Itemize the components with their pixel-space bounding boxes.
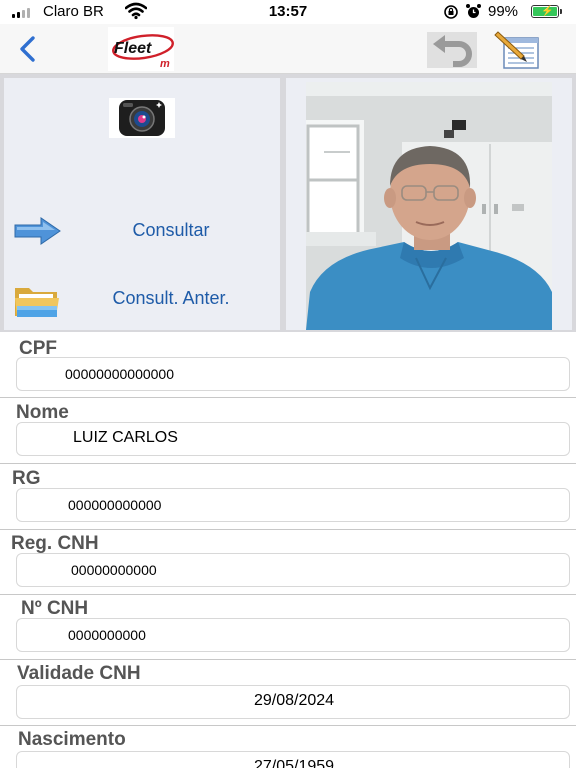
screen: Claro BR 13:57 99% ⚡ Fleet m Consultar C… (0, 0, 576, 768)
validade-cnh-field[interactable]: 29/08/2024 (16, 685, 570, 719)
top-panel: Consultar Consult. Anter. (0, 74, 576, 332)
nascimento-label: Nascimento (18, 729, 126, 750)
svg-text:Fleet: Fleet (114, 40, 152, 57)
undo-button[interactable] (427, 32, 477, 68)
battery-icon: ⚡ (531, 5, 562, 18)
validade-cnh-value: 29/08/2024 (253, 692, 335, 709)
consultar-label: Consultar (132, 220, 210, 240)
notepad-pencil-icon (494, 31, 539, 69)
svg-text:m: m (160, 58, 170, 70)
rg-field[interactable]: 000000000000 (16, 488, 570, 522)
cpf-value: 00000000000000 (65, 366, 175, 382)
consult-anter-button[interactable]: Consult. Anter. (4, 280, 280, 317)
divider (0, 659, 576, 660)
divider (0, 725, 576, 726)
nascimento-field[interactable]: 27/05/1959 (16, 751, 570, 768)
divider (0, 397, 576, 398)
reg-cnh-label: Reg. CNH (11, 533, 99, 554)
alarm-icon (466, 4, 481, 18)
photo-panel (286, 78, 572, 330)
nome-value: LUIZ CARLOS (73, 429, 178, 446)
edit-notes-button[interactable] (494, 30, 544, 70)
arrow-right-icon (14, 217, 61, 245)
camera-icon (119, 100, 165, 136)
validade-cnh-label: Validade CNH (17, 663, 141, 684)
nome-label: Nome (16, 402, 69, 423)
cpf-field[interactable]: 00000000000000 (16, 357, 570, 391)
n-cnh-field[interactable]: 0000000000 (16, 618, 570, 652)
nascimento-value: 27/05/1959 (253, 758, 335, 768)
divider (0, 463, 576, 464)
status-bar: Claro BR 13:57 99% ⚡ (0, 0, 576, 24)
reg-cnh-value: 00000000000 (71, 562, 157, 578)
camera-button[interactable] (109, 98, 175, 138)
orientation-lock-icon (444, 5, 458, 19)
nome-field[interactable]: LUIZ CARLOS (16, 422, 570, 456)
consultar-button[interactable]: Consultar (4, 212, 280, 248)
rg-value: 000000000000 (68, 497, 162, 513)
battery-percent: 99% (488, 3, 519, 20)
consult-anter-label: Consult. Anter. (112, 288, 230, 308)
n-cnh-value: 0000000000 (68, 627, 146, 643)
folder-icon (15, 288, 59, 317)
driver-photo (306, 82, 552, 330)
back-chevron-icon[interactable] (14, 34, 42, 64)
undo-arrow-icon (433, 35, 472, 67)
navigation-bar: Fleet m (0, 24, 576, 74)
actions-panel: Consultar Consult. Anter. (4, 78, 280, 330)
rg-label: RG (12, 468, 41, 489)
reg-cnh-field[interactable]: 00000000000 (16, 553, 570, 587)
n-cnh-label: Nº CNH (21, 598, 89, 619)
divider (0, 529, 576, 530)
fleet-logo: Fleet m (108, 27, 174, 71)
divider (0, 594, 576, 595)
driver-form: CPF 00000000000000 Nome LUIZ CARLOS RG 0… (0, 332, 576, 768)
